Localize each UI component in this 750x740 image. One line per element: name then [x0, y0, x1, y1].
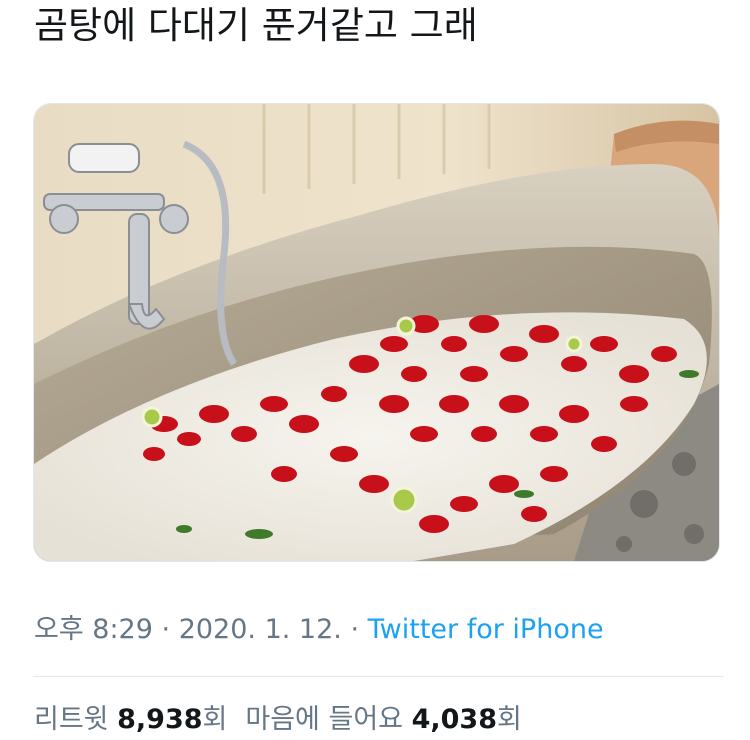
tweet-photo[interactable] — [33, 103, 720, 562]
tweet-text: 곰탕에 다대기 푼거같고 그래 — [34, 4, 478, 47]
retweets-label: 리트윗 — [34, 704, 109, 735]
retweets-count: 8,938 — [117, 704, 203, 735]
retweets-suffix: 회 — [202, 704, 228, 735]
tweet-source-link[interactable]: Twitter for iPhone — [368, 614, 604, 645]
divider — [33, 676, 724, 677]
tweet-time: 오후 8:29 — [34, 614, 153, 645]
tweet-date: 2020. 1. 12. — [178, 614, 342, 645]
bathtub-photo-icon — [34, 104, 719, 561]
tweet-stats: 리트윗 8,938회 마음에 들어요 4,038회 — [34, 700, 522, 740]
tweet-meta: 오후 8:29 · 2020. 1. 12. · Twitter for iPh… — [34, 610, 604, 650]
retweets-stat[interactable]: 리트윗 8,938회 — [34, 704, 227, 735]
meta-separator-1: · — [161, 614, 171, 645]
likes-label: 마음에 들어요 — [245, 704, 403, 735]
meta-separator-2: · — [350, 614, 360, 645]
likes-count: 4,038 — [411, 704, 497, 735]
likes-suffix: 회 — [497, 704, 522, 735]
likes-stat[interactable]: 마음에 들어요 4,038회 — [245, 704, 521, 735]
